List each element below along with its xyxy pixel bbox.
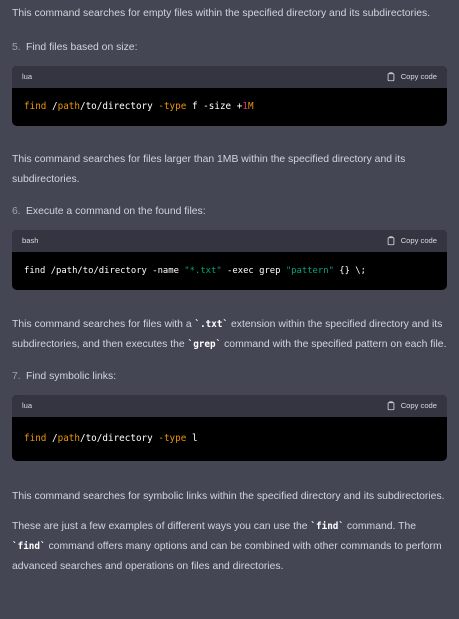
code-block-symlink: lua Copy code find /path/to/directory -t… <box>12 395 447 461</box>
code-language-label: bash <box>22 236 39 245</box>
outro-text: These are just a few examples of differe… <box>12 517 447 577</box>
clipboard-icon <box>387 401 395 411</box>
code-block-size: lua Copy code find /path/to/directory -t… <box>12 66 447 126</box>
code-language-label: lua <box>22 72 33 81</box>
code-token: path <box>57 101 80 112</box>
copy-code-label: Copy code <box>400 72 437 81</box>
code-token: "pattern" <box>285 266 334 276</box>
text-run: command. The <box>344 521 417 532</box>
code-token: -type <box>158 101 187 112</box>
code-token: find /path/to/directory -name <box>24 266 185 276</box>
code-content[interactable]: find /path/to/directory -type l <box>12 417 447 461</box>
code-token: "*.txt" <box>184 266 222 276</box>
code-header: lua Copy code <box>12 66 447 88</box>
code-token: /to/directory <box>79 101 159 112</box>
clipboard-icon <box>387 236 395 246</box>
code-header: bash Copy code <box>12 230 447 252</box>
copy-code-label: Copy code <box>400 401 437 410</box>
code-block-exec: bash Copy code find /path/to/directory -… <box>12 230 447 290</box>
copy-code-button[interactable]: Copy code <box>386 230 437 252</box>
list-number: 5. <box>12 42 21 53</box>
list-item-text: Find symbolic links: <box>26 371 117 382</box>
inline-code: `.txt` <box>194 319 229 330</box>
text-run: command offers many options and can be c… <box>12 541 442 572</box>
text-run: These are just a few examples of differe… <box>12 521 311 532</box>
inline-code: `find` <box>310 521 345 532</box>
code-token: l <box>186 433 198 444</box>
code-token: find <box>24 433 47 444</box>
code-content[interactable]: find /path/to/directory -type f -size +1… <box>12 88 447 126</box>
copy-code-label: Copy code <box>400 236 437 245</box>
desc-exec: This command searches for files with a `… <box>12 315 447 355</box>
code-token: M <box>247 101 254 112</box>
inline-code: `grep` <box>187 339 222 350</box>
list-item-text: Find files based on size: <box>26 42 138 53</box>
code-token: find <box>24 101 47 112</box>
code-content[interactable]: find /path/to/directory -name "*.txt" -e… <box>12 252 447 290</box>
list-number: 6. <box>12 206 21 217</box>
code-token: {} \; <box>333 266 366 276</box>
list-item-5: 5. Find files based on size: <box>12 38 447 58</box>
chat-message: This command searches for empty files wi… <box>0 0 459 577</box>
code-token: / <box>46 101 58 112</box>
intro-text: This command searches for empty files wi… <box>12 8 431 19</box>
code-token: /to/directory <box>79 433 159 444</box>
clipboard-icon <box>387 72 395 82</box>
code-token: path <box>57 433 80 444</box>
copy-code-button[interactable]: Copy code <box>386 395 437 417</box>
desc-symlink: This command searches for symbolic links… <box>12 491 445 502</box>
list-item-6: 6. Execute a command on the found files: <box>12 202 447 222</box>
list-number: 7. <box>12 371 21 382</box>
list-item-text: Execute a command on the found files: <box>26 206 206 217</box>
inline-code: `find` <box>12 541 46 552</box>
code-token: / <box>46 433 58 444</box>
code-token: f -size + <box>186 101 243 112</box>
text-run: This command searches for files with a <box>12 319 195 330</box>
code-token: -type <box>158 433 187 444</box>
list-item-7: 7. Find symbolic links: <box>12 367 447 387</box>
code-language-label: lua <box>22 401 33 410</box>
text-run: command with the specified pattern on ea… <box>221 339 447 350</box>
copy-code-button[interactable]: Copy code <box>386 66 437 88</box>
code-header: lua Copy code <box>12 395 447 417</box>
code-token: -exec grep <box>221 266 286 276</box>
desc-size: This command searches for files larger t… <box>12 154 406 185</box>
